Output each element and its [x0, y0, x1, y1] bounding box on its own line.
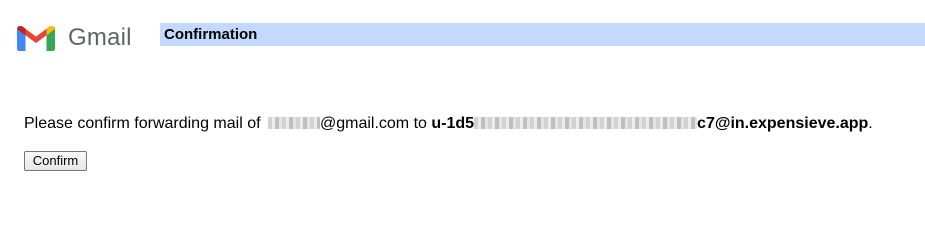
title-bar: Confirmation: [160, 23, 925, 46]
page-title: Confirmation: [164, 26, 258, 43]
redacted-username: [267, 117, 320, 129]
source-email-domain: @gmail.com: [319, 115, 410, 132]
message-middle: to: [409, 115, 432, 132]
destination-address-end: c7@in.expensieve.app: [697, 115, 869, 132]
message-suffix: .: [868, 115, 873, 132]
destination-address-start: u-1d5: [431, 115, 475, 132]
gmail-logo: Gmail: [17, 24, 132, 52]
gmail-wordmark: Gmail: [68, 24, 132, 51]
confirm-button[interactable]: Confirm: [24, 151, 87, 171]
message-prefix: Please confirm forwarding mail of: [24, 115, 265, 132]
forwarding-message: Please confirm forwarding mail of @gmail…: [24, 114, 873, 134]
redacted-destination-address: [474, 117, 698, 129]
gmail-logo-icon: [17, 24, 55, 52]
